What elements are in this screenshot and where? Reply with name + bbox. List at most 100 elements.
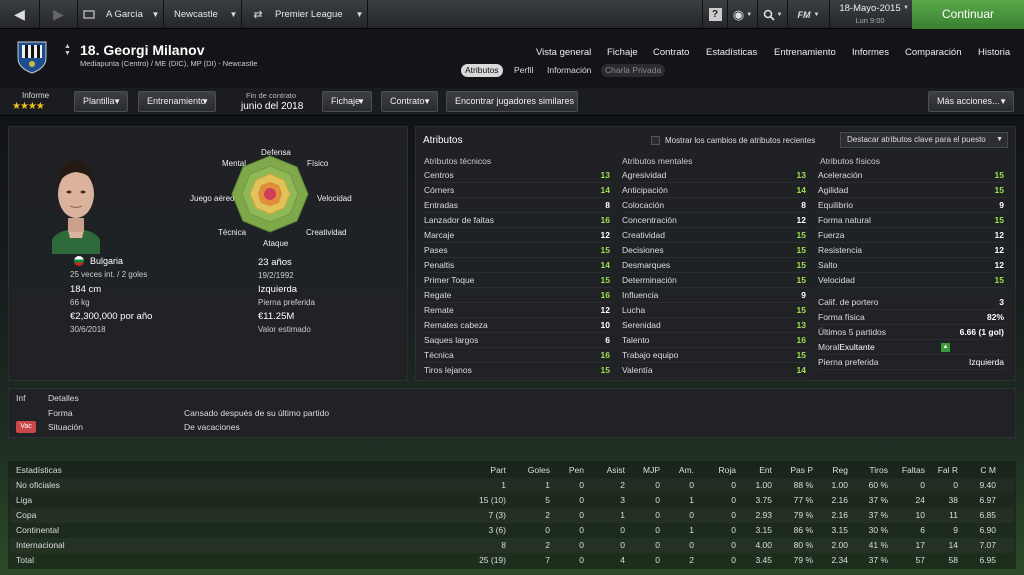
help-button[interactable]: ? <box>702 0 728 29</box>
mental-attribute-name: Influencia <box>622 290 659 300</box>
extra-attribute-value: 3 <box>999 297 1004 307</box>
table-row[interactable]: Liga 15 (10) 5 0 3 0 1 0 3.75 77 % 2.16 37 % 24 38 6.9… <box>10 493 1014 508</box>
physical-attribute-value: 12 <box>994 260 1004 270</box>
more-actions-button[interactable]: Más acciones... ▼ <box>928 91 1014 112</box>
tab-estadisticas[interactable]: Estadísticas <box>706 47 757 58</box>
globe-button[interactable]: ◉ ▼ <box>728 0 758 29</box>
extra-attribute-row[interactable]: Pierna preferida Izquierda <box>818 355 1006 370</box>
technical-attribute-row[interactable]: Entradas 8 <box>424 198 612 213</box>
technical-attribute-row[interactable]: Pases 15 <box>424 243 612 258</box>
technical-attribute-row[interactable]: Saques largos 6 <box>424 333 612 348</box>
tab-vista-general[interactable]: Vista general <box>536 47 591 58</box>
physical-attribute-row[interactable]: Aceleración 15 <box>818 168 1006 183</box>
chevron-down-icon[interactable]: ▼ <box>352 0 368 29</box>
fm-menu-button[interactable]: FM ▼ <box>788 0 830 29</box>
show-changes-checkbox[interactable] <box>651 136 660 145</box>
tab-comparacion[interactable]: Comparación <box>905 47 962 58</box>
subtab-perfil[interactable]: Perfil <box>510 64 537 77</box>
tab-informes[interactable]: Informes <box>852 47 889 58</box>
table-row[interactable]: Total 25 (19) 7 0 4 0 2 0 3.45 79 % 2.34 37 % 57 58 6.… <box>10 553 1014 568</box>
mental-attribute-row[interactable]: Trabajo equipo 15 <box>622 348 808 363</box>
plantilla-button[interactable]: Plantilla ▼ <box>74 91 128 112</box>
physical-attribute-row[interactable]: Agilidad 15 <box>818 183 1006 198</box>
technical-attribute-row[interactable]: Córners 14 <box>424 183 612 198</box>
club-name[interactable]: Newcastle <box>174 0 218 29</box>
mental-attribute-row[interactable]: Lucha 15 <box>622 303 808 318</box>
forward-button[interactable]: ▶ <box>40 0 78 29</box>
tab-contrato[interactable]: Contrato <box>653 47 689 58</box>
technical-attribute-row[interactable]: Regate 16 <box>424 288 612 303</box>
rating-stars[interactable]: ★★★★ <box>12 101 45 112</box>
informe-label: Informe <box>22 91 50 100</box>
extra-attribute-value: Izquierda <box>969 357 1004 367</box>
contrato-button[interactable]: Contrato ▼ <box>381 91 438 112</box>
continue-button[interactable]: Continuar <box>912 0 1024 29</box>
mental-attribute-row[interactable]: Influencia 9 <box>622 288 808 303</box>
table-row[interactable]: Internacional 8 2 0 0 0 0 0 4.00 80 % 2.00 41 % 17 14… <box>10 538 1014 553</box>
mental-attribute-row[interactable]: Agresividad 13 <box>622 168 808 183</box>
extra-attribute-row[interactable]: MoralExultante ▲ <box>818 340 1006 355</box>
mental-attribute-row[interactable]: Creatividad 15 <box>622 228 808 243</box>
extra-attribute-row[interactable]: Últimos 5 partidos 6.66 (1 gol) <box>818 325 1006 340</box>
mental-attribute-value: 15 <box>796 260 806 270</box>
manager-name[interactable]: A García <box>106 0 143 29</box>
table-row[interactable]: Continental 3 (6) 0 0 0 0 1 0 3.15 86 % 3.15 30 % 6 9… <box>10 523 1014 538</box>
highlight-dropdown[interactable]: Destacar atributos clave para el puesto … <box>840 132 1008 148</box>
technical-attribute-name: Córners <box>424 185 455 195</box>
mental-attribute-name: Concentración <box>622 215 677 225</box>
subtab-atributos[interactable]: Atributos <box>461 64 503 77</box>
technical-attribute-row[interactable]: Técnica 16 <box>424 348 612 363</box>
mental-attribute-row[interactable]: Talento 16 <box>622 333 808 348</box>
chevron-down-icon[interactable]: ▼ <box>903 5 909 11</box>
technical-attribute-row[interactable]: Lanzador de faltas 16 <box>424 213 612 228</box>
technical-attribute-row[interactable]: Remates cabeza 10 <box>424 318 612 333</box>
chevron-down-icon[interactable]: ▼ <box>226 0 242 29</box>
technical-attribute-row[interactable]: Centros 13 <box>424 168 612 183</box>
competition-name[interactable]: Premier League <box>275 0 343 29</box>
nationality[interactable]: Bulgaria <box>90 256 123 266</box>
mental-attribute-name: Talento <box>622 335 650 345</box>
technical-attribute-name: Técnica <box>424 350 454 360</box>
mental-attribute-row[interactable]: Determinación 15 <box>622 273 808 288</box>
mental-attribute-row[interactable]: Colocación 8 <box>622 198 808 213</box>
extra-attribute-row[interactable]: Forma física 82% <box>818 310 1006 325</box>
find-similar-button[interactable]: Encontrar jugadores similares <box>446 91 578 112</box>
table-row[interactable]: Copa 7 (3) 2 0 1 0 0 0 2.93 79 % 2.16 37 % 10 11 6.85 <box>10 508 1014 523</box>
technical-attribute-row[interactable]: Remate 12 <box>424 303 612 318</box>
technical-attribute-row[interactable]: Penaltis 14 <box>424 258 612 273</box>
technical-attribute-value: 15 <box>600 245 610 255</box>
subtab-informacion[interactable]: Información <box>543 64 595 77</box>
radar-label-creatividad: Creatividad <box>306 228 347 237</box>
mental-attribute-row[interactable]: Valentía 14 <box>622 363 808 378</box>
fichaje-button[interactable]: Fichaje ▼ <box>322 91 372 112</box>
technical-attribute-row[interactable]: Tiros lejanos 15 <box>424 363 612 378</box>
mental-attribute-value: 15 <box>796 230 806 240</box>
physical-attribute-row[interactable]: Equilibrio 9 <box>818 198 1006 213</box>
subtab-charla-privada[interactable]: Charla Privada <box>601 64 666 77</box>
mental-attribute-row[interactable]: Concentración 12 <box>622 213 808 228</box>
technical-attribute-name: Primer Toque <box>424 275 475 285</box>
tab-fichaje[interactable]: Fichaje <box>607 47 638 58</box>
physical-attribute-row[interactable]: Resistencia 12 <box>818 243 1006 258</box>
physical-attribute-row[interactable]: Velocidad 15 <box>818 273 1006 288</box>
mental-attribute-row[interactable]: Serenidad 13 <box>622 318 808 333</box>
chevron-down-icon[interactable]: ▼ <box>148 0 164 29</box>
physical-attribute-row[interactable]: Forma natural 15 <box>818 213 1006 228</box>
mental-attribute-row[interactable]: Decisiones 15 <box>622 243 808 258</box>
extra-attribute-row[interactable]: Calif. de portero 3 <box>818 295 1006 310</box>
player-nav-arrows[interactable]: ▲ ▼ <box>64 43 71 57</box>
current-time: Lun 9:00 <box>855 16 885 25</box>
physical-attribute-row[interactable]: Salto 12 <box>818 258 1006 273</box>
physical-attribute-row[interactable]: Fuerza 12 <box>818 228 1006 243</box>
back-button[interactable]: ◀ <box>0 0 40 29</box>
tab-entrenamiento[interactable]: Entrenamiento <box>774 47 836 58</box>
table-row[interactable]: No oficiales 1 1 0 2 0 0 0 1.00 88 % 1.00 60 % 0 0 9.4… <box>10 478 1014 493</box>
inf-label: Inf <box>16 393 26 403</box>
entrenamiento-button[interactable]: Entrenamiento ▼ <box>138 91 216 112</box>
mental-attribute-row[interactable]: Desmarques 15 <box>622 258 808 273</box>
search-button[interactable]: ▼ <box>758 0 788 29</box>
technical-attribute-row[interactable]: Marcaje 12 <box>424 228 612 243</box>
tab-historia[interactable]: Historia <box>978 47 1010 58</box>
mental-attribute-row[interactable]: Anticipación 14 <box>622 183 808 198</box>
technical-attribute-row[interactable]: Primer Toque 15 <box>424 273 612 288</box>
